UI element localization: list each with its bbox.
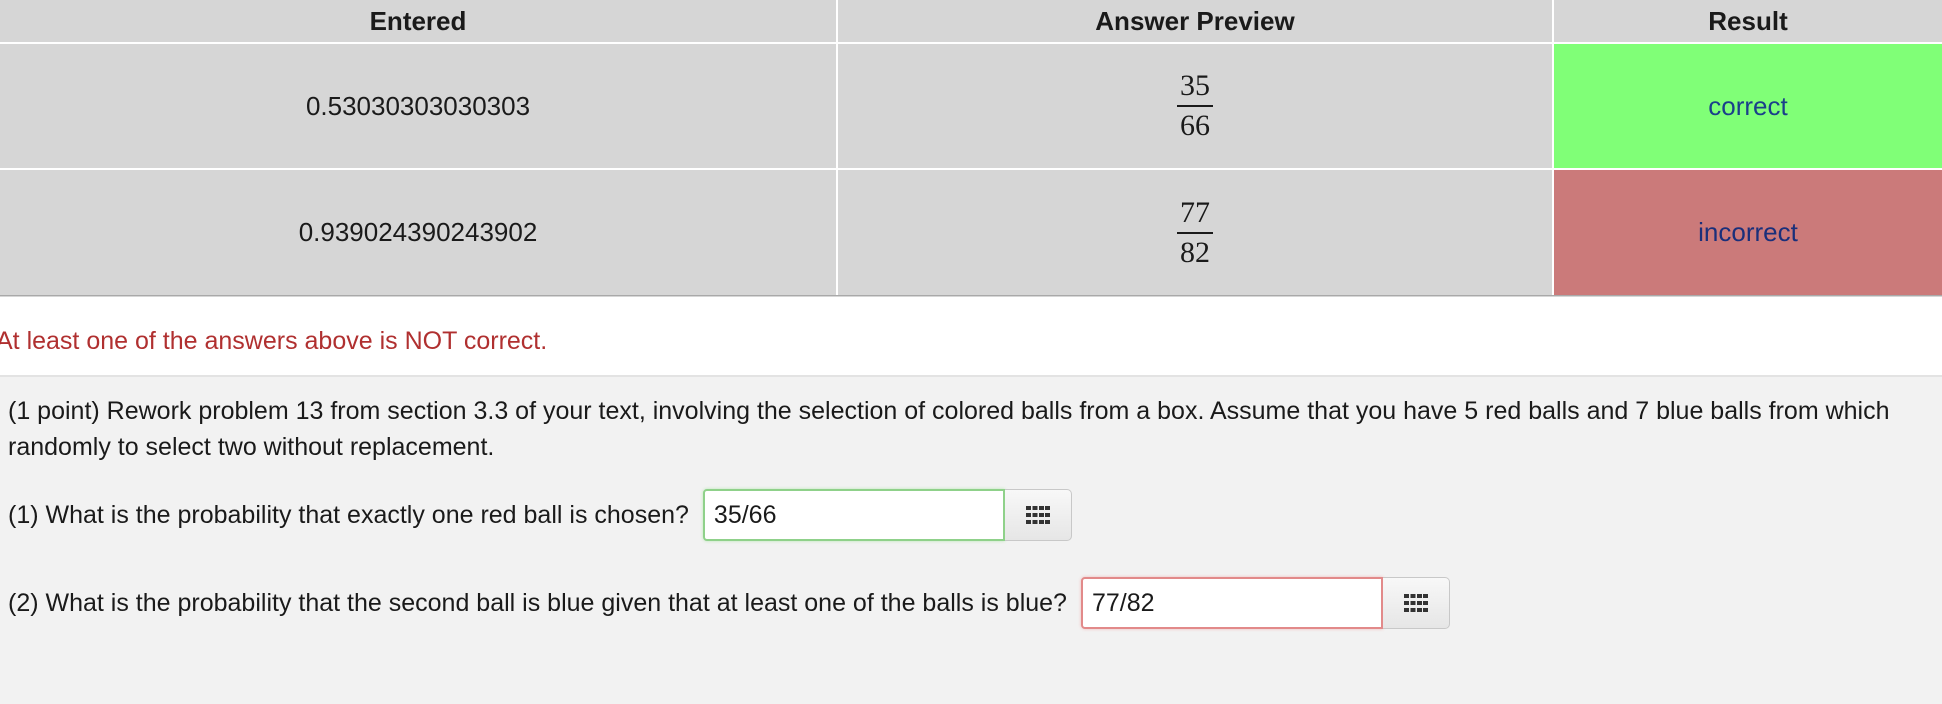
question-1-text: (1) What is the probability that exactly… [8, 500, 689, 529]
keypad-grid-icon [1025, 506, 1050, 524]
table-row-1-preview: 35 66 [838, 44, 1552, 168]
table-row-2-preview: 77 82 [838, 170, 1552, 295]
column-divider [1552, 0, 1554, 295]
feedback-message-area: At least one of the answers above is NOT… [0, 297, 1942, 377]
fraction-bar [1177, 231, 1213, 234]
question-2: (2) What is the probability that the sec… [8, 577, 1450, 629]
question-2-text: (2) What is the probability that the sec… [8, 588, 1067, 617]
fraction-preview: 77 82 [1177, 196, 1213, 270]
equation-editor-button[interactable] [1382, 577, 1450, 629]
feedback-message: At least one of the answers above is NOT… [0, 327, 548, 355]
header-result: Result [1708, 6, 1788, 36]
fraction-bar [1177, 105, 1213, 107]
header-entered: Entered [369, 6, 467, 36]
fraction-denominator: 66 [1180, 109, 1210, 142]
table-row-2-entered: 0.939024390243902 [298, 217, 538, 247]
result-incorrect-cell: incorrect [1554, 170, 1942, 295]
results-table: Entered Answer Preview Result 0.53030303… [0, 0, 1942, 297]
fraction-numerator: 77 [1180, 195, 1210, 229]
fraction-preview: 35 66 [1177, 69, 1213, 143]
row-divider [0, 168, 1942, 170]
table-bottom-border [0, 295, 1942, 296]
result-correct-cell: correct [1554, 44, 1942, 168]
row-divider [0, 42, 1942, 44]
question-1: (1) What is the probability that exactly… [8, 489, 1072, 541]
answer-1-box: 35/66 [702, 489, 1072, 541]
fraction-denominator: 82 [1180, 235, 1210, 269]
column-divider [836, 0, 838, 295]
table-row-1-entered: 0.53030303030303 [305, 90, 531, 121]
answer-2-input[interactable]: 77/82 [1080, 577, 1383, 629]
equation-editor-button[interactable] [1004, 489, 1072, 541]
fraction-numerator: 35 [1180, 69, 1210, 102]
answer-1-input[interactable]: 35/66 [702, 489, 1005, 541]
header-answer-preview: Answer Preview [1095, 6, 1295, 36]
problem-statement: (1 point) Rework problem 13 from section… [8, 397, 1890, 461]
keypad-grid-icon [1403, 594, 1428, 612]
answer-2-box: 77/82 [1080, 577, 1450, 629]
